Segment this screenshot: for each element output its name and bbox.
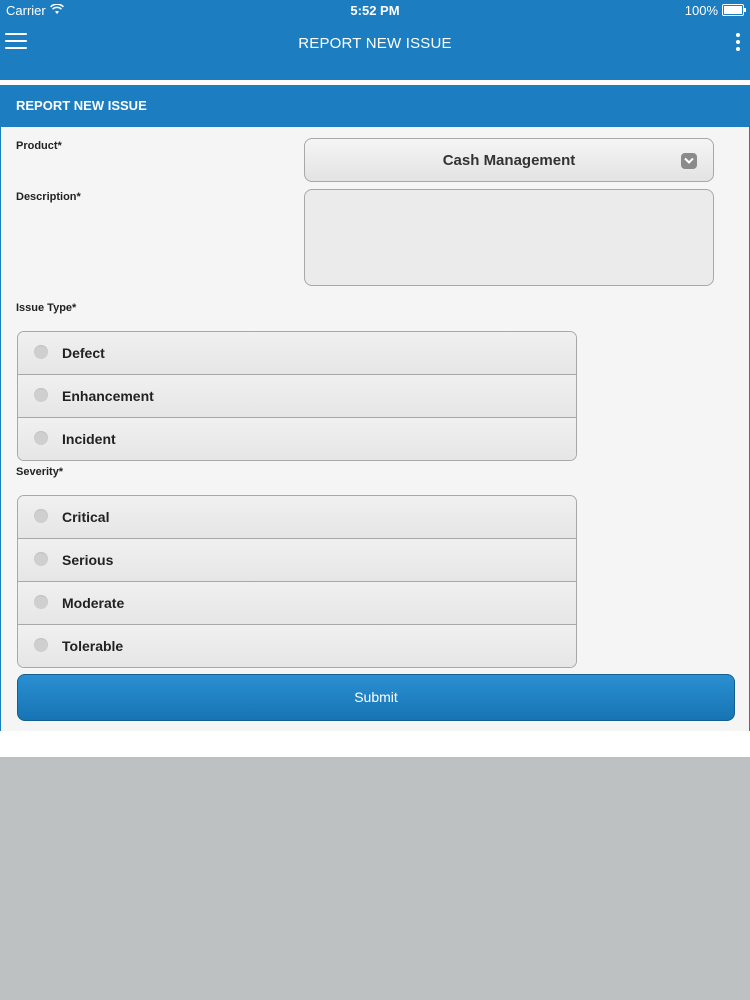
severity-label: Severity*: [16, 466, 64, 478]
option-label: Incident: [62, 431, 116, 447]
option-label: Tolerable: [62, 638, 124, 654]
product-select[interactable]: Cash Management: [304, 138, 714, 182]
radio-button[interactable]: [34, 345, 48, 359]
report-issue-form: REPORT NEW ISSUE Product* Cash Managemen…: [0, 85, 750, 732]
chevron-down-icon: [681, 153, 697, 169]
description-label: Description*: [16, 191, 81, 203]
severity-option-tolerable[interactable]: Tolerable: [18, 625, 576, 667]
panel-title: REPORT NEW ISSUE: [1, 85, 749, 127]
product-selected-value: Cash Management: [442, 152, 576, 169]
more-vertical-icon[interactable]: [735, 33, 741, 51]
radio-button[interactable]: [34, 509, 48, 523]
option-label: Defect: [62, 345, 105, 361]
issue-type-option-defect[interactable]: Defect: [18, 332, 576, 375]
option-label: Moderate: [62, 595, 125, 611]
severity-option-serious[interactable]: Serious: [18, 539, 576, 582]
issue-type-option-enhancement[interactable]: Enhancement: [18, 375, 576, 418]
radio-button[interactable]: [34, 638, 48, 652]
issue-type-option-incident[interactable]: Incident: [18, 418, 576, 460]
description-textarea[interactable]: [304, 189, 714, 286]
severity-option-moderate[interactable]: Moderate: [18, 582, 576, 625]
status-time: 5:52 PM: [350, 3, 400, 18]
option-label: Critical: [62, 509, 110, 525]
product-label: Product*: [16, 140, 62, 152]
radio-button[interactable]: [34, 388, 48, 402]
battery-icon: [722, 4, 746, 16]
severity-option-critical[interactable]: Critical: [18, 496, 576, 539]
submit-button[interactable]: Submit: [17, 674, 735, 721]
form-bottom-spacer: [0, 731, 750, 757]
battery-percent: 100%: [684, 3, 718, 18]
option-label: Serious: [62, 552, 114, 568]
radio-button[interactable]: [34, 552, 48, 566]
radio-button[interactable]: [34, 595, 48, 609]
app-header: Carrier 5:52 PM 100% REPORT NEW ISSUE: [0, 0, 750, 80]
radio-button[interactable]: [34, 431, 48, 445]
option-label: Enhancement: [62, 388, 154, 404]
status-bar: Carrier 5:52 PM 100%: [0, 0, 750, 22]
severity-radio-group: Critical Serious Moderate Tolerable: [17, 495, 577, 668]
nav-title: REPORT NEW ISSUE: [298, 35, 452, 52]
issue-type-label: Issue Type*: [16, 302, 77, 314]
issue-type-radio-group: Defect Enhancement Incident: [17, 331, 577, 461]
